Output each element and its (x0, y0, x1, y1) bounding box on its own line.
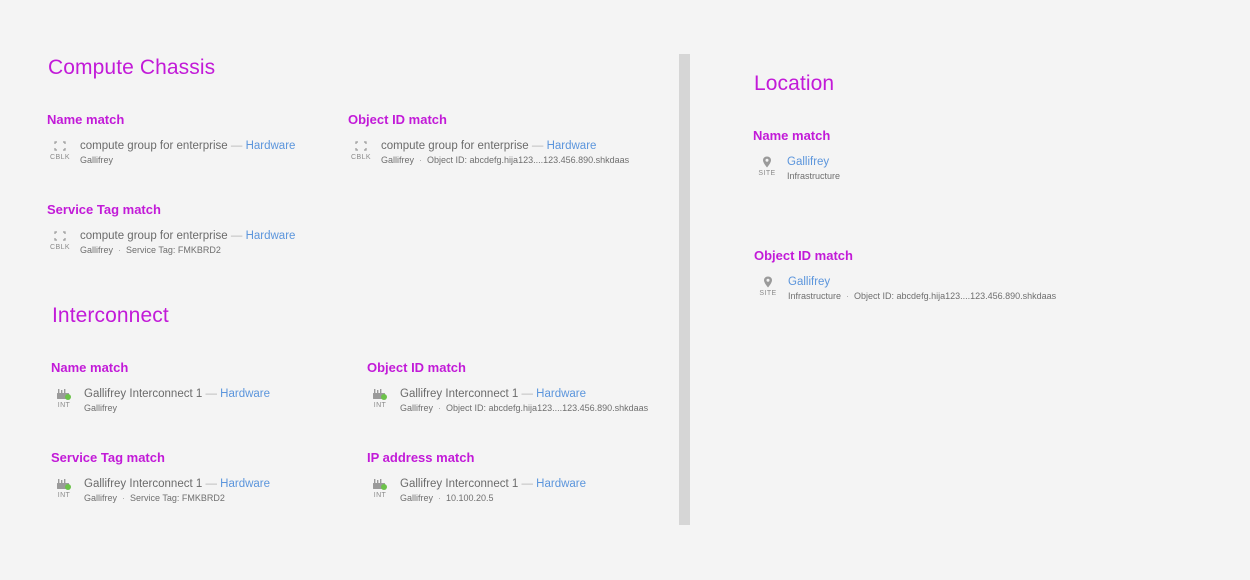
location-object-id-match-label: Object ID match (754, 248, 853, 263)
meta-separator: · (846, 291, 850, 301)
result-dash: — (230, 230, 243, 242)
result-object-id: Object ID: abcdefg.hija123....123.456.89… (446, 403, 649, 413)
result-site: Gallifrey (80, 155, 114, 165)
result-site: Gallifrey (400, 493, 434, 503)
location-type-icon: SITE (753, 275, 783, 297)
chassis-type-icon: CBLK (45, 139, 75, 161)
status-ok-dot (65, 484, 71, 490)
result-name: Gallifrey Interconnect 1 (400, 388, 519, 400)
chassis-icon (54, 139, 66, 153)
map-pin-icon (763, 275, 773, 289)
location-title: Location (754, 72, 835, 95)
result-service-tag: Service Tag: FMKBRD2 (130, 493, 225, 503)
result-site: Gallifrey (80, 245, 114, 255)
result-category: Infrastructure (787, 171, 841, 181)
result-dash: — (205, 388, 217, 400)
type-code: SITE (758, 170, 776, 177)
location-type-icon: SITE (752, 155, 782, 177)
interconnect-object-id-match-result[interactable]: INT Gallifrey Interconnect 1 — Hardware … (365, 387, 648, 415)
result-service-tag: Service Tag: FMKBRD2 (126, 245, 221, 255)
result-category-link[interactable]: Hardware (246, 230, 296, 242)
compute-object-id-match-label: Object ID match (348, 112, 447, 127)
interconnect-type-icon: INT (365, 387, 395, 409)
result-name: compute group for enterprise (381, 140, 529, 152)
interconnect-icon (372, 387, 388, 401)
location-name-match-result[interactable]: SITE Gallifrey Infrastructure (752, 155, 840, 183)
result-site: Gallifrey (381, 155, 415, 165)
status-ok-dot (381, 484, 387, 490)
result-name: Gallifrey Interconnect 1 (400, 478, 519, 490)
interconnect-icon (56, 477, 72, 491)
result-dash: — (521, 478, 533, 490)
result-site: Gallifrey (400, 403, 434, 413)
result-category-link[interactable]: Hardware (547, 140, 597, 152)
type-code: CBLK (50, 154, 70, 161)
result-category-link[interactable]: Hardware (220, 388, 270, 400)
meta-separator: · (419, 155, 423, 165)
result-object-id: Object ID: abcdefg.hija123....123.456.89… (427, 155, 630, 165)
meta-separator: · (118, 245, 122, 255)
chassis-type-icon: CBLK (346, 139, 376, 161)
result-dash: — (230, 140, 243, 152)
chassis-icon (355, 139, 367, 153)
result-name: compute group for enterprise (80, 140, 228, 152)
meta-separator: · (122, 493, 126, 503)
result-name: Gallifrey Interconnect 1 (84, 478, 203, 490)
interconnect-ip-address-match-result[interactable]: INT Gallifrey Interconnect 1 — Hardware … (365, 477, 586, 505)
chassis-type-icon: CBLK (45, 229, 75, 251)
result-site: Gallifrey (84, 493, 118, 503)
type-code: INT (57, 402, 71, 409)
status-ok-dot (381, 394, 387, 400)
interconnect-name-match-result[interactable]: INT Gallifrey Interconnect 1 — Hardware … (49, 387, 270, 415)
interconnect-type-icon: INT (365, 477, 395, 499)
result-category: Infrastructure (788, 291, 842, 301)
type-code: SITE (759, 290, 777, 297)
result-dash: — (205, 478, 217, 490)
interconnect-object-id-match-label: Object ID match (367, 360, 466, 375)
chassis-icon (54, 229, 66, 243)
compute-object-id-match-result[interactable]: CBLK compute group for enterprise — Hard… (346, 139, 629, 167)
result-object-id: Object ID: abcdefg.hija123....123.456.89… (854, 291, 1057, 301)
interconnect-type-icon: INT (49, 387, 79, 409)
interconnect-icon (372, 477, 388, 491)
compute-service-tag-match-label: Service Tag match (47, 202, 161, 217)
type-code: INT (373, 402, 387, 409)
compute-name-match-label: Name match (47, 112, 125, 127)
interconnect-ip-address-match-label: IP address match (367, 450, 475, 465)
interconnect-icon (56, 387, 72, 401)
result-name: Gallifrey Interconnect 1 (84, 388, 203, 400)
type-code: CBLK (351, 154, 371, 161)
type-code: CBLK (50, 244, 70, 251)
location-object-id-match-result[interactable]: SITE Gallifrey Infrastructure · Object ID:… (753, 275, 1056, 303)
status-ok-dot (65, 394, 71, 400)
column-divider (679, 54, 690, 525)
result-ip-address: 10.100.20.5 (446, 493, 494, 503)
result-name-link[interactable]: Gallifrey (788, 276, 830, 288)
compute-chassis-title: Compute Chassis (48, 56, 216, 79)
result-dash: — (521, 388, 533, 400)
type-code: INT (57, 492, 71, 499)
result-site: Gallifrey (84, 403, 118, 413)
location-name-match-label: Name match (753, 128, 831, 143)
type-code: INT (373, 492, 387, 499)
compute-name-match-result[interactable]: CBLK compute group for enterprise — Hard… (45, 139, 295, 167)
interconnect-service-tag-match-label: Service Tag match (51, 450, 165, 465)
result-name-link[interactable]: Gallifrey (787, 156, 829, 168)
compute-service-tag-match-result[interactable]: CBLK compute group for enterprise — Hard… (45, 229, 295, 257)
result-category-link[interactable]: Hardware (246, 140, 296, 152)
result-category-link[interactable]: Hardware (536, 388, 586, 400)
meta-separator: · (438, 493, 442, 503)
interconnect-service-tag-match-result[interactable]: INT Gallifrey Interconnect 1 — Hardware … (49, 477, 270, 505)
result-name: compute group for enterprise (80, 230, 228, 242)
result-category-link[interactable]: Hardware (536, 478, 586, 490)
result-category-link[interactable]: Hardware (220, 478, 270, 490)
result-dash: — (531, 140, 544, 152)
interconnect-title: Interconnect (52, 304, 169, 327)
interconnect-type-icon: INT (49, 477, 79, 499)
meta-separator: · (438, 403, 442, 413)
interconnect-name-match-label: Name match (51, 360, 129, 375)
map-pin-icon (762, 155, 772, 169)
